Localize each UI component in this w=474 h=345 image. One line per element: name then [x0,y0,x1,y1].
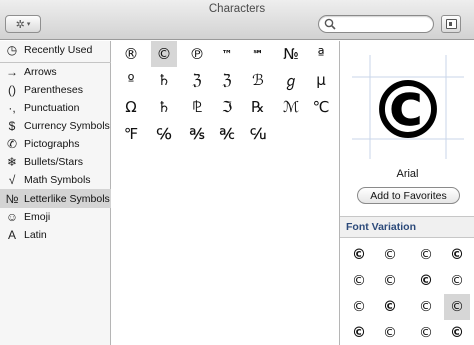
font-variation-cell[interactable]: © [444,242,470,268]
root-icon: √ [8,172,16,187]
character-cell[interactable]: ℅ [151,121,177,147]
window-title: Characters [208,3,266,15]
character-cell[interactable]: ℃ [308,94,334,120]
character-cell[interactable]: ℑ [214,94,240,120]
font-variation-cell[interactable]: © [444,268,470,294]
chevron-down-icon: ▾ [26,21,31,28]
clock-icon: ◷ [6,42,18,57]
font-variation-cell[interactable]: © [413,294,439,320]
toggle-panel-button[interactable] [441,15,461,33]
character-cell[interactable]: № [278,41,304,67]
search-field[interactable] [318,15,434,33]
character-cell[interactable]: ℳ [278,94,304,120]
character-cell[interactable]: ® [118,41,144,67]
font-variation-cell[interactable]: © [346,268,372,294]
sidebar-item-pictographs[interactable]: ✆ Pictographs [0,134,111,153]
gear-icon: ✲ [15,18,25,31]
font-variation-cell[interactable]: © [377,294,403,320]
character-cell[interactable]: ℁ [184,121,210,147]
sidebar-item-latin[interactable]: A Latin [0,225,111,244]
sidebar-item-label: Pictographs [24,137,80,150]
character-cell[interactable]: ♄ [151,94,177,120]
panel-icon [446,19,457,29]
sidebar-item-label: Emoji [24,210,51,223]
sidebar-item-label: Bullets/Stars [24,155,83,168]
character-grid: ® © ℗ ™ ℠ № ª º ♄ ℨ ℨ ℬℊ µ Ω ♄ ⅊ ℑ ℞ ℳ ℃ ℉ ℅ ℁ ℀ ℆ [112,41,339,345]
sidebar-item-label: Letterlike Symbols [24,192,110,205]
font-name: Arial [396,168,419,180]
character-cell[interactable]: ℨ [184,67,210,93]
sidebar-item-label: Math Symbols [24,173,91,186]
font-variation-cell[interactable]: © [346,242,372,268]
character-cell[interactable]: ℠ [245,41,271,67]
character-cell[interactable]: ♄ [151,67,177,93]
character-cell[interactable]: Ω [118,94,144,120]
character-cell[interactable]: ℀ [214,121,240,147]
sidebar-item-label: Punctuation [24,101,80,114]
sidebar-item-label: Latin [24,228,47,241]
search-input[interactable] [338,17,428,31]
sidebar-item-letterlike-symbols[interactable]: № Letterlike Symbols [0,189,111,208]
sidebar-item-parentheses[interactable]: () Parentheses [0,80,111,99]
character-cell[interactable]: º [118,67,144,93]
snowflake-icon: ❄ [6,154,18,169]
sidebar-item-label: Currency Symbols [24,119,110,132]
font-variation-cell[interactable]: © [413,242,439,268]
character-preview: © [352,55,464,159]
font-variation-cell[interactable]: © [377,320,403,345]
font-variation-cell[interactable]: © [346,320,372,345]
phone-icon: ✆ [6,136,18,151]
search-icon [324,18,336,30]
character-cell[interactable]: ª [308,41,334,67]
character-cell[interactable]: © [151,41,177,67]
sidebar-item-label: Parentheses [24,83,83,96]
font-variation-header: Font Variation [340,216,474,238]
add-to-favorites-button[interactable]: Add to Favorites [357,187,460,204]
sidebar-item-punctuation[interactable]: ·, Punctuation [0,98,111,117]
sidebar-item-label: Recently Used [24,43,93,56]
preview-glyph: © [368,63,448,157]
sidebar-item-bullets-stars[interactable]: ❄ Bullets/Stars [0,152,111,171]
character-cell[interactable]: ℗ [184,41,210,67]
sidebar-item-recently-used[interactable]: ◷ Recently Used [0,40,111,59]
character-cell[interactable]: ™ [214,41,240,67]
sidebar-item-currency-symbols[interactable]: $ Currency Symbols [0,116,111,135]
smiley-icon: ☺ [5,209,19,224]
character-cell[interactable]: µ [308,67,334,93]
sidebar-item-arrows[interactable]: → Arrows [0,62,111,81]
character-info-panel: © Arial Add to Favorites Font Variation … [339,41,474,345]
sidebar-item-math-symbols[interactable]: √ Math Symbols [0,170,111,189]
font-variation-cell[interactable]: © [413,320,439,345]
character-cell[interactable]: ⅊ [184,94,210,120]
character-cell[interactable]: ℞ [245,94,271,120]
character-cell[interactable]: ℬ [245,67,271,93]
category-sidebar: ◷ Recently Used → Arrows () Parentheses ·, Punc… [0,41,111,345]
action-menu-button[interactable]: ✲ ▾ [5,15,41,33]
numero-icon: № [5,191,19,206]
font-variation-cell[interactable]: © [444,320,470,345]
title-bar: Characters ✲ ▾ [0,0,474,40]
letter-a-icon: A [7,227,16,242]
sidebar-item-label: Arrows [24,65,57,78]
dollar-icon: $ [8,118,16,133]
font-variation-cell[interactable]: © [377,268,403,294]
font-variation-cell[interactable]: © [444,294,470,320]
character-cell[interactable]: ℆ [245,121,271,147]
character-cell[interactable]: ℉ [118,121,144,147]
font-variation-cell[interactable]: © [413,268,439,294]
font-variation-cell[interactable]: © [377,242,403,268]
character-cell[interactable]: ℨ [214,67,240,93]
parentheses-icon: () [8,82,16,97]
sidebar-item-emoji[interactable]: ☺ Emoji [0,207,111,226]
font-variation-cell[interactable]: © [346,294,372,320]
punctuation-icon: ·, [8,100,16,115]
character-cell[interactable]: ℊ [278,67,304,93]
arrow-icon: → [6,64,18,79]
